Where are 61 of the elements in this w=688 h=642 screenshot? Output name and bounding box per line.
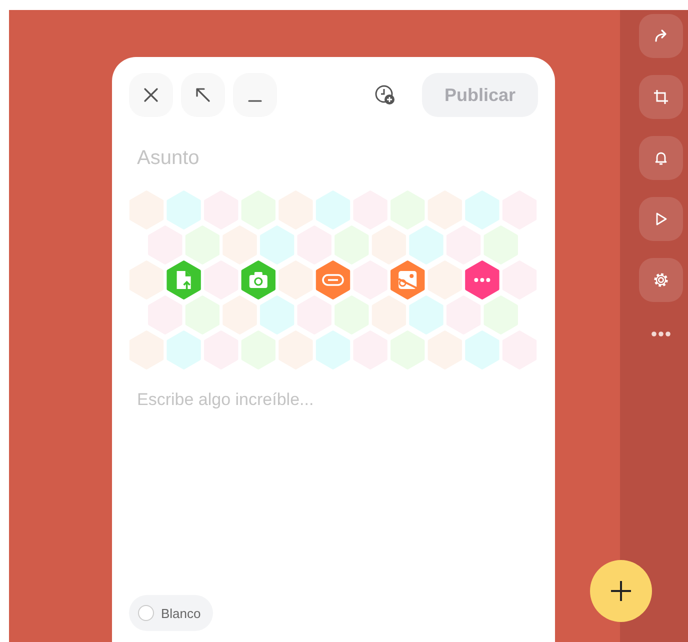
hex-tile (334, 226, 369, 264)
hex-tile (372, 296, 406, 334)
hex-tile (260, 296, 294, 334)
hex-tile (166, 190, 201, 230)
hex-tile (260, 226, 294, 264)
hex-tile (222, 296, 257, 334)
hex-tile (428, 330, 462, 370)
close-icon (143, 87, 159, 103)
hex-tile (390, 330, 425, 370)
link-button[interactable] (316, 260, 350, 300)
hex-tile (409, 226, 444, 264)
expand-button[interactable] (181, 73, 225, 117)
image-button[interactable] (390, 260, 425, 300)
radio-button[interactable] (138, 605, 154, 621)
background-option[interactable]: Blanco (129, 595, 213, 631)
hex-tile (297, 296, 332, 334)
hex-tile (316, 330, 350, 370)
hex-tile (316, 190, 350, 230)
hex-tile (278, 190, 313, 230)
crop-button[interactable] (639, 75, 683, 119)
hex-tile (148, 296, 182, 334)
play-button[interactable] (639, 197, 683, 241)
hex-tile (185, 296, 220, 334)
hex-tile (148, 226, 182, 264)
settings-button[interactable] (639, 258, 683, 302)
hex-tile (428, 190, 462, 230)
plus-icon (610, 580, 632, 602)
hex-tile (241, 330, 276, 370)
close-button[interactable] (129, 73, 173, 117)
hex-tile (390, 190, 425, 230)
share-arrow-icon (653, 28, 669, 44)
hex-tile (465, 330, 500, 370)
minimize-icon (248, 100, 262, 102)
hex-tile (465, 190, 500, 230)
hex-tile (241, 190, 276, 230)
hex-tile (372, 226, 406, 264)
background-label: Blanco (161, 606, 201, 620)
hex-tile (409, 296, 444, 334)
more-icon[interactable] (651, 331, 671, 337)
hex-tile (428, 260, 462, 300)
crop-icon (653, 89, 669, 105)
notification-button[interactable] (639, 136, 683, 180)
hex-tile (484, 226, 518, 264)
hex-tile (446, 226, 481, 264)
bell-icon (653, 150, 669, 166)
file-upload-button[interactable] (166, 260, 201, 300)
hex-tile (297, 226, 332, 264)
hex-tile (222, 226, 257, 264)
arrow-icon (195, 87, 211, 103)
hex-tile (446, 296, 481, 334)
hex-tile (278, 330, 313, 370)
share-button[interactable] (639, 14, 683, 58)
hex-tile (484, 296, 518, 334)
hex-tile (166, 330, 201, 370)
hex-tile (185, 226, 220, 264)
settings-icon (653, 272, 669, 288)
camera-button[interactable] (241, 260, 276, 300)
hex-tile (334, 296, 369, 334)
hex-tile (278, 260, 313, 300)
clock-add-icon[interactable] (374, 84, 396, 106)
more-options-button[interactable] (465, 260, 500, 300)
